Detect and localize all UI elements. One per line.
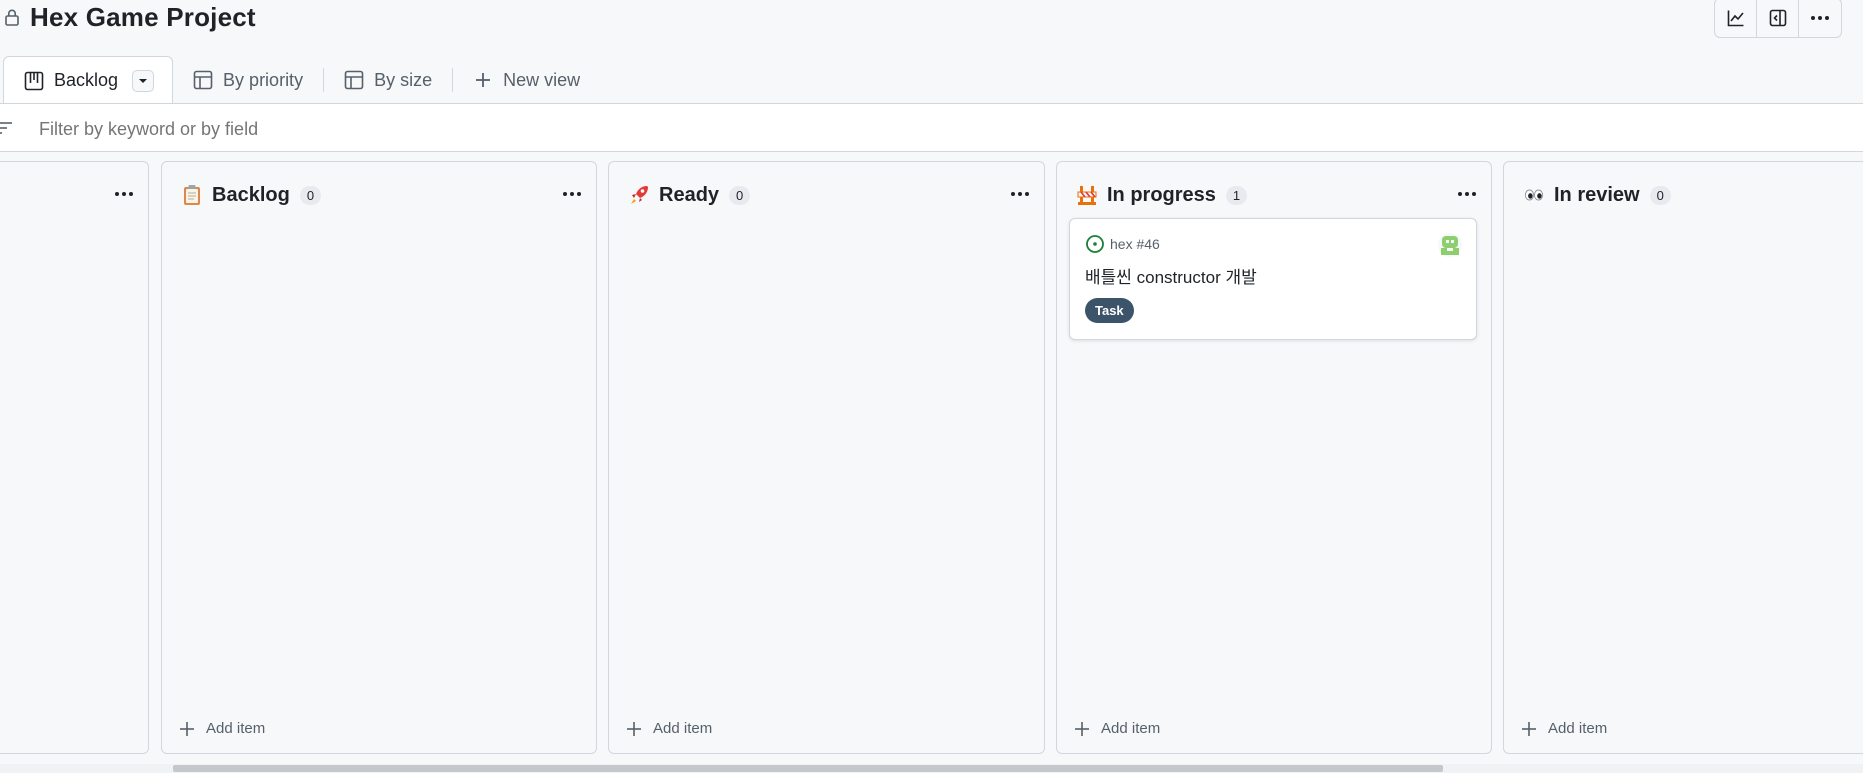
lock-icon — [5, 9, 19, 26]
new-view-button[interactable]: New view — [453, 56, 600, 104]
tab-label: By priority — [223, 69, 304, 90]
plus-icon — [476, 73, 491, 87]
column-count-badge: 0 — [1649, 185, 1671, 205]
page-title: Hex Game Project — [30, 1, 256, 32]
column-menu-button[interactable] — [560, 184, 584, 204]
tab-by-priority[interactable]: By priority — [173, 56, 323, 104]
more-options-icon — [115, 192, 133, 196]
board-column-hidden — [0, 161, 149, 754]
tab-label: Backlog — [54, 70, 119, 90]
avatar[interactable] — [1438, 233, 1462, 257]
column-title: In progress — [1107, 183, 1216, 206]
tab-backlog[interactable]: Backlog — [3, 56, 174, 104]
table-icon — [193, 70, 213, 90]
open-issue-icon — [1086, 235, 1104, 253]
column-header: In progress 1 — [1077, 180, 1475, 210]
board-column-in-review: In review 0 Add item — [1503, 161, 1863, 754]
add-item-button[interactable]: Add item — [172, 716, 273, 741]
column-title: In review — [1554, 183, 1640, 206]
tab-label: New view — [503, 69, 581, 90]
board-column-in-progress: In progress 1 hex #46 배틀씬 constructor 개발… — [1056, 161, 1492, 754]
table-icon — [344, 70, 364, 90]
plus-icon — [1075, 721, 1089, 736]
caret-down-icon — [139, 78, 148, 83]
board-column-ready: Ready 0 Add item — [608, 161, 1045, 754]
clipboard-icon — [184, 185, 200, 205]
construction-icon — [1077, 186, 1097, 205]
view-options-dropdown[interactable] — [132, 69, 155, 92]
card-label-badge[interactable]: Task — [1085, 298, 1134, 323]
board-icon — [24, 71, 44, 90]
tab-by-size[interactable]: By size — [324, 56, 452, 104]
column-menu-button[interactable] — [1008, 184, 1032, 204]
view-tabs: Backlog By priority By size New view — [0, 56, 600, 104]
more-options-icon — [1458, 192, 1476, 196]
card-meta: hex #46 — [1085, 234, 1160, 254]
column-header: Ready 0 — [629, 180, 1028, 210]
add-item-button[interactable]: Add item — [1067, 716, 1168, 741]
plus-icon — [180, 721, 194, 736]
side-panel-button[interactable] — [1757, 0, 1799, 37]
horizontal-scrollbar[interactable] — [0, 764, 1863, 773]
project-board-page: Hex Game Project Backlog By priority By … — [0, 0, 1863, 773]
filter-input[interactable] — [39, 116, 639, 142]
add-item-label: Add item — [1548, 720, 1608, 737]
card-title-link[interactable]: 배틀씬 constructor 개발 — [1085, 263, 1257, 288]
insights-button[interactable] — [1715, 0, 1757, 37]
tab-label: By size — [374, 69, 433, 90]
column-header: In review 0 — [1524, 180, 1863, 210]
filter-icon — [0, 122, 12, 134]
issue-card[interactable]: hex #46 배틀씬 constructor 개발 Task — [1069, 218, 1477, 340]
column-count-badge: 0 — [299, 185, 322, 205]
add-item-button[interactable]: Add item — [619, 716, 720, 741]
more-options-icon — [1011, 192, 1029, 196]
more-options-icon — [563, 192, 581, 196]
rocket-icon — [631, 186, 648, 204]
more-options-button[interactable] — [1799, 0, 1841, 37]
board-column-backlog: Backlog 0 Add item — [161, 161, 597, 754]
header-actions — [1714, 0, 1842, 38]
column-count-badge: 0 — [729, 185, 751, 205]
add-item-label: Add item — [206, 720, 266, 737]
side-panel-icon — [1769, 9, 1786, 27]
plus-icon — [627, 721, 641, 736]
column-header: Backlog 0 — [182, 180, 580, 210]
column-title: Backlog — [212, 183, 290, 206]
card-repo-ref: hex #46 — [1110, 236, 1160, 252]
title-wrap: Hex Game Project — [4, 0, 256, 34]
plus-icon — [1522, 721, 1536, 736]
scrollbar-thumb[interactable] — [173, 765, 1443, 772]
column-menu-button[interactable] — [1455, 184, 1479, 204]
project-header: Hex Game Project — [0, 0, 1863, 50]
add-item-button[interactable]: Add item — [1514, 716, 1615, 741]
eyes-icon — [1524, 189, 1544, 201]
column-title: Ready — [659, 183, 720, 206]
add-item-label: Add item — [653, 720, 713, 737]
column-menu-button[interactable] — [112, 184, 136, 204]
insights-icon — [1727, 10, 1744, 27]
filter-bar — [0, 103, 1863, 152]
more-options-icon — [1811, 16, 1829, 20]
column-count-badge: 1 — [1225, 185, 1248, 205]
add-item-label: Add item — [1101, 720, 1161, 737]
